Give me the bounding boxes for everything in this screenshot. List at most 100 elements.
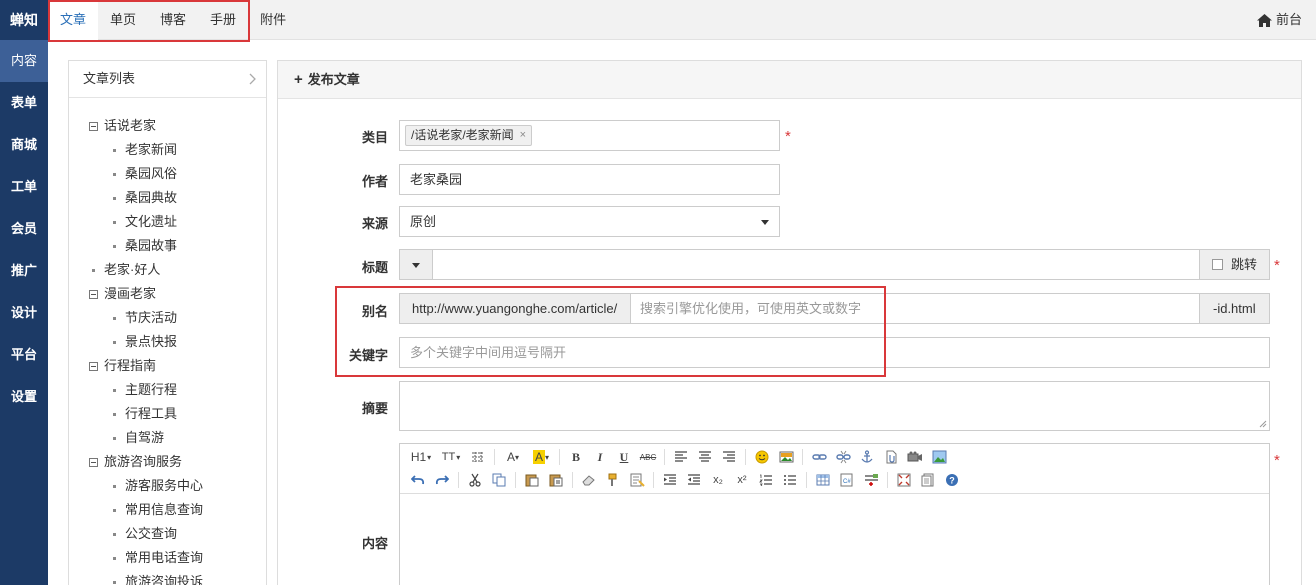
collapse-icon[interactable]	[89, 121, 98, 131]
align-right-icon[interactable]	[719, 447, 739, 467]
strikethrough-button[interactable]: ABC	[638, 447, 658, 467]
italic-button[interactable]: I	[590, 447, 610, 467]
superscript-button[interactable]: x²	[732, 470, 752, 490]
cut-icon[interactable]	[465, 470, 485, 490]
heading-button[interactable]: H1 ▾	[408, 447, 434, 467]
tree-node[interactable]: 自驾游	[89, 426, 266, 450]
tree-node-group[interactable]: 漫画老家	[89, 282, 266, 306]
sidebar-item-promotion[interactable]: 推广	[0, 250, 48, 292]
align-center-icon[interactable]	[695, 447, 715, 467]
paste-icon[interactable]	[522, 470, 542, 490]
font-color-button[interactable]: A ▾	[501, 447, 525, 467]
required-mark: *	[1274, 452, 1280, 469]
tree-node[interactable]: 常用信息查询	[89, 498, 266, 522]
paste-text-icon[interactable]	[546, 470, 566, 490]
sidebar-item-tickets[interactable]: 工单	[0, 166, 48, 208]
tree-node[interactable]: 节庆活动	[89, 306, 266, 330]
keywords-input[interactable]: 多个关键字中间用逗号隔开	[399, 337, 1270, 368]
sidebar-item-forms[interactable]: 表单	[0, 82, 48, 124]
bullet-icon	[113, 148, 116, 152]
copy-icon[interactable]	[489, 470, 509, 490]
tag-remove-icon[interactable]: ×	[520, 126, 526, 145]
sidebar-item-content[interactable]: 内容	[0, 40, 48, 82]
table-grid-icon[interactable]	[468, 447, 488, 467]
tree-node[interactable]: 旅游咨询投诉	[89, 570, 266, 585]
attachment-icon[interactable]	[881, 447, 901, 467]
sidebar-item-design[interactable]: 设计	[0, 292, 48, 334]
summary-textarea[interactable]	[399, 381, 1270, 431]
title-type-dropdown[interactable]	[400, 250, 433, 279]
help-icon[interactable]: ?	[942, 470, 962, 490]
fullscreen-icon[interactable]	[894, 470, 914, 490]
page-break-icon[interactable]	[861, 470, 881, 490]
underline-button[interactable]: U	[614, 447, 634, 467]
anchor-icon[interactable]	[857, 447, 877, 467]
video-icon[interactable]	[905, 447, 925, 467]
tree-node[interactable]: 主题行程	[89, 378, 266, 402]
indent-icon[interactable]	[660, 470, 680, 490]
tree-node[interactable]: 景点快报	[89, 330, 266, 354]
undo-icon[interactable]	[408, 470, 428, 490]
sidebar-item-platform[interactable]: 平台	[0, 334, 48, 376]
tree-node[interactable]: 游客服务中心	[89, 474, 266, 498]
editor-toolbar: H1 ▾ TT ▾ A ▾ A ▾ B I U ABC x₂ x² C# ?	[400, 444, 1269, 494]
collapse-icon[interactable]	[89, 457, 98, 467]
align-left-icon[interactable]	[671, 447, 691, 467]
paste-format-icon[interactable]	[627, 470, 647, 490]
brand-logo[interactable]: 蝉知	[0, 0, 48, 40]
tree-node[interactable]: 常用电话查询	[89, 546, 266, 570]
image-gallery-icon[interactable]	[929, 447, 949, 467]
svg-text:?: ?	[949, 476, 955, 486]
tab-attachment[interactable]: 附件	[248, 0, 298, 40]
tree-node[interactable]: 老家新闻	[89, 138, 266, 162]
ordered-list-icon[interactable]	[756, 470, 776, 490]
sidebar-item-shop[interactable]: 商城	[0, 124, 48, 166]
title-input[interactable]	[440, 250, 1190, 279]
resize-handle-icon[interactable]	[1259, 420, 1267, 428]
collapse-icon[interactable]	[89, 361, 98, 371]
eraser-icon[interactable]	[579, 470, 599, 490]
insert-table-icon[interactable]	[813, 470, 833, 490]
tab-blog[interactable]: 博客	[148, 0, 198, 40]
unordered-list-icon[interactable]	[780, 470, 800, 490]
bullet-icon	[113, 316, 116, 320]
outdent-icon[interactable]	[684, 470, 704, 490]
alias-input[interactable]: 搜索引擎优化使用，可使用英文或数字	[640, 294, 861, 323]
tree-node[interactable]: 公交查询	[89, 522, 266, 546]
tree-node[interactable]: 行程工具	[89, 402, 266, 426]
format-brush-icon[interactable]	[603, 470, 623, 490]
tree-node-group[interactable]: 行程指南	[89, 354, 266, 378]
source-code-icon[interactable]	[918, 470, 938, 490]
author-input[interactable]: 老家桑园	[399, 164, 780, 195]
collapse-icon[interactable]	[89, 289, 98, 299]
font-size-button[interactable]: TT ▾	[438, 447, 464, 467]
category-select[interactable]: /话说老家/老家新闻 ×	[399, 120, 780, 151]
category-label: 类目	[361, 130, 388, 145]
tab-manual[interactable]: 手册	[198, 0, 248, 40]
jump-toggle[interactable]: 跳转	[1199, 250, 1269, 279]
emoji-icon[interactable]	[752, 447, 772, 467]
tree-node-group[interactable]: 话说老家	[89, 114, 266, 138]
tree-node[interactable]: 桑园故事	[89, 234, 266, 258]
highlight-color-button[interactable]: A ▾	[529, 447, 553, 467]
tree-node-group[interactable]: 老家·好人	[89, 258, 266, 282]
tree-node[interactable]: 桑园典故	[89, 186, 266, 210]
tab-page[interactable]: 单页	[98, 0, 148, 40]
tree-node[interactable]: 桑园风俗	[89, 162, 266, 186]
sidebar-item-members[interactable]: 会员	[0, 208, 48, 250]
frontdesk-link[interactable]: 前台	[1256, 0, 1302, 40]
tree-header[interactable]: 文章列表	[69, 61, 266, 98]
jump-checkbox[interactable]	[1212, 259, 1223, 270]
tree-node[interactable]: 文化遗址	[89, 210, 266, 234]
redo-icon[interactable]	[432, 470, 452, 490]
subscript-button[interactable]: x₂	[708, 470, 728, 490]
unlink-icon[interactable]	[833, 447, 853, 467]
sidebar-item-settings[interactable]: 设置	[0, 376, 48, 418]
tab-article[interactable]: 文章	[48, 0, 99, 40]
code-icon[interactable]: C#	[837, 470, 857, 490]
tree-node-group[interactable]: 旅游咨询服务	[89, 450, 266, 474]
insert-image-icon[interactable]	[776, 447, 796, 467]
bold-button[interactable]: B	[566, 447, 586, 467]
link-icon[interactable]	[809, 447, 829, 467]
source-select[interactable]: 原创	[399, 206, 780, 237]
